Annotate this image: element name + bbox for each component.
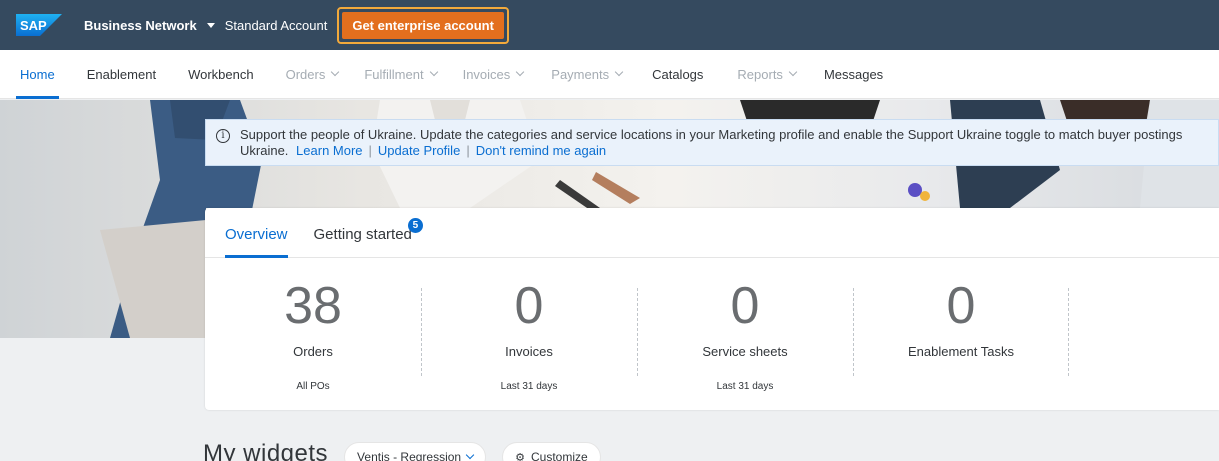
- nav-home[interactable]: Home: [16, 50, 59, 99]
- overview-tabs: Overview Getting started 5: [205, 208, 1219, 258]
- kpi-label: Invoices: [505, 344, 553, 359]
- widget-filter-value: Ventis - Regression: [357, 450, 462, 461]
- banner-line-1: Support the people of Ukraine. Update th…: [240, 127, 1183, 142]
- kpi-tiles: 38 Orders All POs 0 Invoices Last 31 day…: [205, 258, 1219, 400]
- kpi-tile-invoices[interactable]: 0 Invoices Last 31 days: [421, 280, 637, 400]
- nav-label: Invoices: [462, 66, 511, 82]
- account-type: Standard Account: [224, 17, 328, 33]
- chevron-down-icon: [429, 67, 438, 77]
- banner-line-2: Ukraine. Learn More | Update Profile | Don't…: [240, 143, 1182, 159]
- nav-reports[interactable]: Reports: [737, 50, 798, 99]
- widgets-header: My widgets Ventis - Regression ⚙ Customi…: [203, 440, 601, 461]
- nav-messages[interactable]: Messages: [824, 50, 883, 99]
- chevron-down-icon: [516, 67, 525, 77]
- nav-label: Catalogs: [652, 66, 704, 82]
- update-profile-link[interactable]: Update Profile: [378, 143, 460, 158]
- chevron-down-icon: [331, 67, 340, 77]
- kpi-tile-orders[interactable]: 38 Orders All POs: [205, 280, 421, 400]
- customize-button[interactable]: ⚙ Customize: [502, 442, 601, 461]
- nav-label: Reports: [737, 66, 783, 82]
- kpi-sublabel: Last 31 days: [500, 381, 558, 392]
- customize-icon: ⚙: [515, 451, 525, 461]
- tab-getting-started[interactable]: Getting started 5: [313, 218, 423, 257]
- kpi-value: 0: [946, 277, 976, 335]
- info-icon: i: [216, 129, 230, 143]
- nav-label: Messages: [823, 66, 884, 82]
- get-enterprise-account-button[interactable]: Get enterprise account: [342, 11, 504, 39]
- caret-down-icon: [206, 22, 215, 28]
- separator: |: [368, 143, 372, 158]
- kpi-value: 38: [284, 277, 342, 335]
- nav-enablement[interactable]: Enablement: [87, 50, 156, 99]
- nav-payments[interactable]: Payments: [551, 50, 624, 99]
- overview-card: Overview Getting started 5 38 Orders All…: [205, 208, 1219, 410]
- nav-invoices[interactable]: Invoices: [462, 50, 525, 99]
- nav-label: Home: [20, 66, 55, 82]
- tab-label: Overview: [225, 226, 288, 243]
- brand-label: Business Network: [84, 17, 197, 33]
- kpi-label: Service sheets: [702, 344, 788, 359]
- brand-menu[interactable]: Business Network: [84, 18, 215, 33]
- sap-logo[interactable]: SAP: [16, 14, 62, 36]
- learn-more-link[interactable]: Learn More: [296, 143, 362, 158]
- chevron-down-icon: [465, 450, 475, 460]
- enterprise-button-focus: Get enterprise account: [337, 6, 509, 44]
- nav-orders[interactable]: Orders: [285, 50, 340, 99]
- kpi-sublabel: Last 31 days: [716, 381, 774, 392]
- kpi-tile-service-sheets[interactable]: 0 Service sheets Last 31 days: [637, 280, 853, 400]
- widget-filter-select[interactable]: Ventis - Regression: [344, 442, 487, 461]
- kpi-value: 0: [514, 277, 544, 335]
- banner-text: Support the people of Ukraine. Update th…: [240, 127, 1182, 158]
- banner-line-2-prefix: Ukraine.: [240, 143, 289, 158]
- widgets-title: My widgets: [203, 440, 329, 461]
- svg-text:SAP: SAP: [20, 18, 47, 33]
- tab-label: Getting started: [313, 226, 412, 243]
- nav-label: Workbench: [188, 66, 254, 82]
- kpi-value: 0: [730, 277, 760, 335]
- nav-label: Orders: [285, 66, 326, 82]
- separator: |: [466, 143, 470, 158]
- kpi-label: Orders: [293, 344, 333, 359]
- kpi-tile-enablement-tasks[interactable]: 0 Enablement Tasks: [853, 280, 1069, 400]
- chevron-down-icon: [788, 67, 798, 77]
- kpi-label: Enablement Tasks: [908, 344, 1014, 359]
- dont-remind-link[interactable]: Don't remind me again: [476, 143, 606, 158]
- nav-fulfillment[interactable]: Fulfillment: [364, 50, 438, 99]
- main-nav: Home Enablement Workbench Orders Fulfill…: [0, 50, 1219, 99]
- notification-badge: 5: [407, 218, 423, 233]
- nav-workbench[interactable]: Workbench: [188, 50, 254, 99]
- shell-bar: SAP Business Network Standard Account Ge…: [0, 0, 1219, 50]
- kpi-sublabel: All POs: [296, 381, 330, 392]
- nav-label: Fulfillment: [364, 66, 424, 82]
- ukraine-support-banner: i Support the people of Ukraine. Update …: [205, 119, 1219, 166]
- nav-catalogs[interactable]: Catalogs: [652, 50, 703, 99]
- chevron-down-icon: [614, 67, 624, 77]
- customize-label: Customize: [530, 450, 588, 461]
- nav-label: Enablement: [86, 66, 157, 82]
- nav-label: Payments: [551, 66, 610, 82]
- tab-overview[interactable]: Overview: [225, 226, 288, 258]
